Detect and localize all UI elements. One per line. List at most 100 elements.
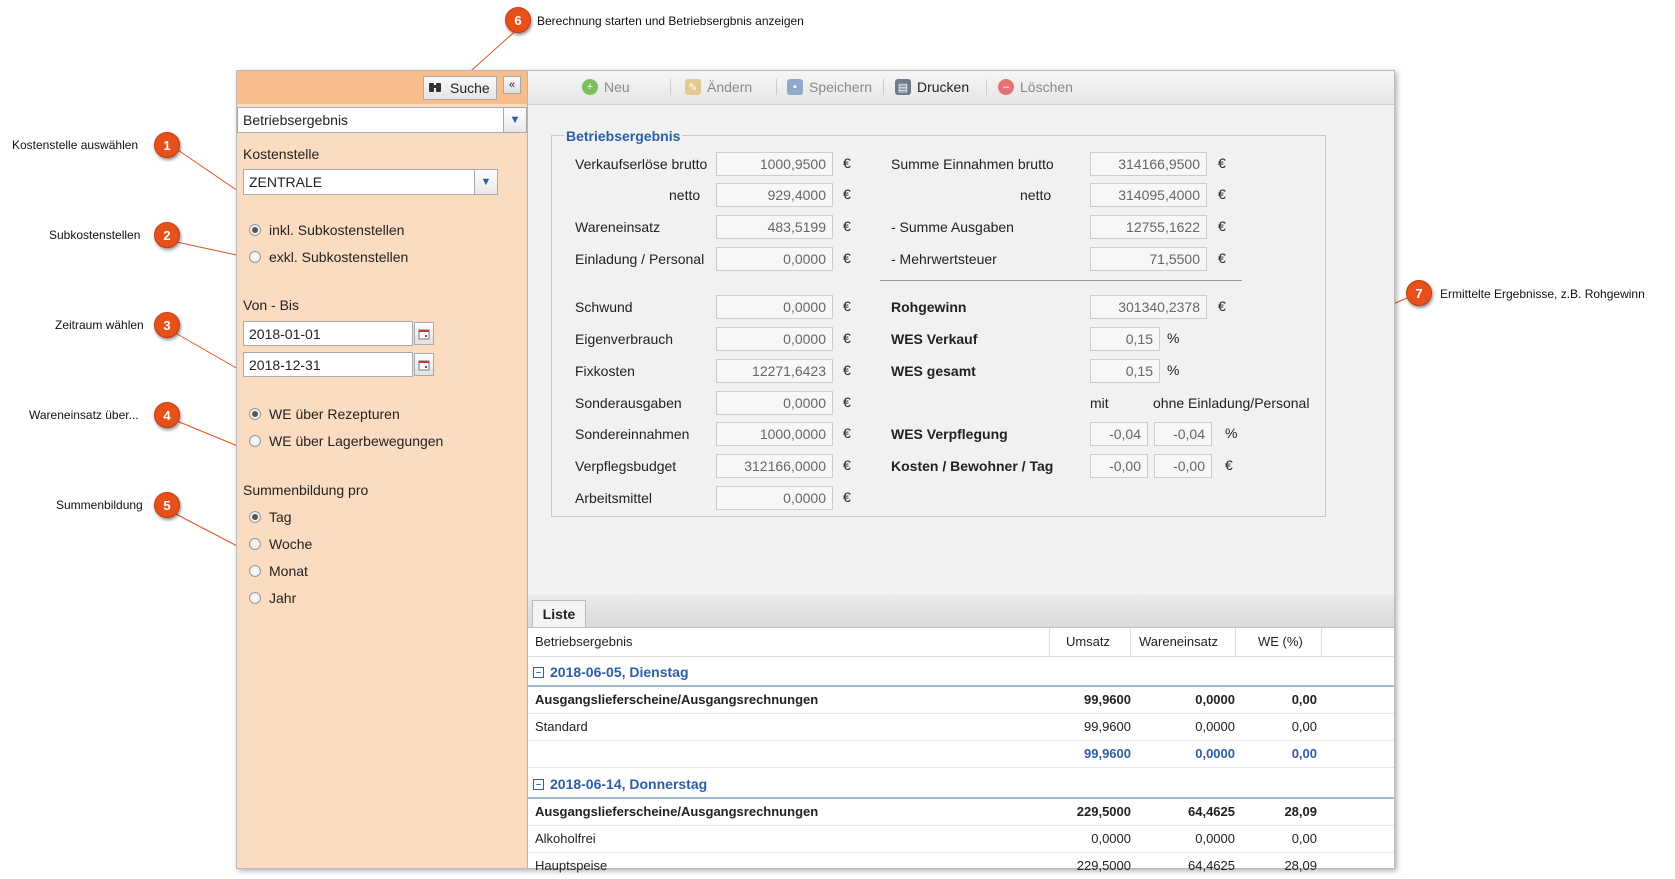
field-netto-left[interactable]: 929,4000 [716, 183, 833, 207]
cell-umsatz: 0,0000 [1091, 831, 1131, 846]
new-button[interactable]: + Neu [582, 79, 630, 95]
table-row-summary[interactable]: 99,9600 0,0000 0,00 [528, 741, 1394, 768]
field-wes-gesamt[interactable]: 0,15 [1090, 359, 1160, 383]
field-eigenverbrauch[interactable]: 0,0000 [716, 327, 833, 351]
field-kosten-bewohner-mit[interactable]: -0,00 [1090, 454, 1148, 478]
group-header[interactable]: – 2018-06-14, Donnerstag [528, 771, 1394, 799]
radio-we-rezepturen[interactable]: WE über Rezepturen [249, 406, 400, 422]
print-button[interactable]: ▤ Drucken [895, 79, 969, 95]
radio-exkl-sub[interactable]: exkl. Subkostenstellen [249, 249, 408, 265]
field-einladung-personal[interactable]: 0,0000 [716, 247, 833, 271]
field-arbeitsmittel[interactable]: 0,0000 [716, 486, 833, 510]
table-row[interactable]: Ausgangslieferscheine/Ausgangsrechnungen… [528, 799, 1394, 826]
report-type-select[interactable]: Betriebsergebnis ▼ [237, 107, 527, 133]
cell-wareneinsatz: 0,0000 [1195, 719, 1235, 734]
unit-euro: € [843, 330, 851, 346]
unit-euro: € [1218, 186, 1226, 202]
radio-dot[interactable] [249, 224, 261, 236]
field-summe-einnahmen-brutto[interactable]: 314166,9500 [1090, 152, 1207, 176]
chevron-down-icon[interactable]: ▼ [503, 108, 526, 132]
date-from-value: 2018-01-01 [249, 325, 321, 342]
field-netto-right[interactable]: 314095,4000 [1090, 183, 1207, 207]
field-mehrwertsteuer[interactable]: 71,5500 [1090, 247, 1207, 271]
radio-dot[interactable] [249, 251, 261, 263]
radio-inkl-sub[interactable]: inkl. Subkostenstellen [249, 222, 404, 238]
radio-dot[interactable] [249, 435, 261, 447]
field-wes-verkauf[interactable]: 0,15 [1090, 327, 1160, 351]
fieldset-legend: Betriebsergebnis [564, 128, 683, 144]
field-verpflegsbudget[interactable]: 312166,0000 [716, 454, 833, 478]
radio-dot[interactable] [249, 592, 261, 604]
unit-euro: € [843, 457, 851, 473]
callout-7-label: Ermittelte Ergebnisse, z.B. Rohgewinn [1440, 287, 1645, 301]
callout-3-label: Zeitraum wählen [55, 318, 144, 332]
label-ohne-einladung: ohne Einladung/Personal [1153, 395, 1310, 411]
radio-dot[interactable] [249, 408, 261, 420]
tab-liste[interactable]: Liste [532, 600, 586, 627]
radio-sum-woche[interactable]: Woche [249, 536, 312, 552]
calendar-icon[interactable] [414, 353, 434, 376]
callout-4-badge: 4 [154, 402, 180, 428]
column-header-umsatz[interactable]: Umsatz [1050, 628, 1131, 656]
label-einladung-personal: Einladung / Personal [575, 251, 705, 267]
radio-dot[interactable] [249, 565, 261, 577]
toolbar-divider [776, 79, 777, 95]
date-from-input[interactable]: 2018-01-01 [243, 321, 434, 346]
delete-button[interactable]: – Löschen [998, 79, 1073, 95]
table-row[interactable]: Hauptspeise 229,5000 64,4625 28,09 [528, 853, 1394, 879]
search-button[interactable]: Suche [423, 76, 497, 100]
radio-sum-monat[interactable]: Monat [249, 563, 308, 579]
label-sonderausgaben: Sonderausgaben [575, 395, 682, 411]
kostenstelle-label: Kostenstelle [243, 146, 320, 162]
collapse-icon[interactable]: – [533, 778, 544, 790]
search-button-label: Suche [450, 80, 490, 96]
collapse-icon[interactable]: – [533, 666, 544, 678]
field-wes-verpflegung-mit[interactable]: -0,04 [1090, 422, 1148, 446]
collapse-panel-button[interactable]: « [503, 76, 521, 94]
label-fixkosten: Fixkosten [575, 363, 635, 379]
floppy-disk-icon: ▪ [787, 79, 803, 95]
label-netto-right: netto [1020, 187, 1052, 203]
callout-1-label: Kostenstelle auswählen [12, 138, 139, 152]
radio-label: exkl. Subkostenstellen [269, 249, 409, 265]
delete-icon: – [998, 79, 1014, 95]
field-sondereinnahmen[interactable]: 1000,0000 [716, 422, 833, 446]
field-fixkosten[interactable]: 12271,6423 [716, 359, 833, 383]
date-to-input[interactable]: 2018-12-31 [243, 352, 434, 377]
cell-name: Ausgangslieferscheine/Ausgangsrechnungen [535, 804, 819, 819]
radio-dot[interactable] [249, 538, 261, 550]
field-schwund[interactable]: 0,0000 [716, 295, 833, 319]
radio-sum-tag[interactable]: Tag [249, 509, 292, 525]
cell-we-pct: 28,09 [1284, 858, 1317, 873]
field-rohgewinn[interactable]: 301340,2378 [1090, 295, 1207, 319]
field-sonderausgaben[interactable]: 0,0000 [716, 391, 833, 415]
edit-button[interactable]: ✎ Ändern [685, 79, 752, 95]
save-button[interactable]: ▪ Speichern [787, 79, 872, 95]
field-wes-verpflegung-ohne[interactable]: -0,04 [1154, 422, 1212, 446]
field-wareneinsatz[interactable]: 483,5199 [716, 215, 833, 239]
field-summe-ausgaben[interactable]: 12755,1622 [1090, 215, 1207, 239]
unit-percent: % [1167, 330, 1180, 346]
table-row[interactable]: Ausgangslieferscheine/Ausgangsrechnungen… [528, 687, 1394, 714]
table-row[interactable]: Standard 99,9600 0,0000 0,00 [528, 714, 1394, 741]
radio-dot[interactable] [249, 511, 261, 523]
callout-4-label: Wareneinsatz über... [29, 408, 139, 422]
field-verkaufserloese-brutto[interactable]: 1000,9500 [716, 152, 833, 176]
table-row[interactable]: Alkoholfrei 0,0000 0,0000 0,00 [528, 826, 1394, 853]
unit-percent: % [1167, 362, 1180, 378]
column-header-betriebsergebnis[interactable]: Betriebsergebnis [528, 628, 1050, 656]
chevron-down-icon[interactable]: ▼ [474, 170, 497, 194]
calendar-icon[interactable] [414, 322, 434, 345]
column-header-wareneinsatz[interactable]: Wareneinsatz [1131, 628, 1236, 656]
label-wes-gesamt: WES gesamt [891, 363, 976, 379]
radio-sum-jahr[interactable]: Jahr [249, 590, 296, 606]
group-header[interactable]: – 2018-06-05, Dienstag [528, 659, 1394, 687]
radio-label: inkl. Subkostenstellen [269, 222, 405, 238]
kostenstelle-select[interactable]: ZENTRALE ▼ [243, 169, 498, 195]
radio-we-lager[interactable]: WE über Lagerbewegungen [249, 433, 443, 449]
unit-euro: € [843, 489, 851, 505]
report-type-value: Betriebsergebnis [243, 112, 349, 128]
field-kosten-bewohner-ohne[interactable]: -0,00 [1154, 454, 1212, 478]
cell-we-pct: 0,00 [1291, 831, 1317, 846]
column-header-we-pct[interactable]: WE (%) [1236, 628, 1322, 656]
